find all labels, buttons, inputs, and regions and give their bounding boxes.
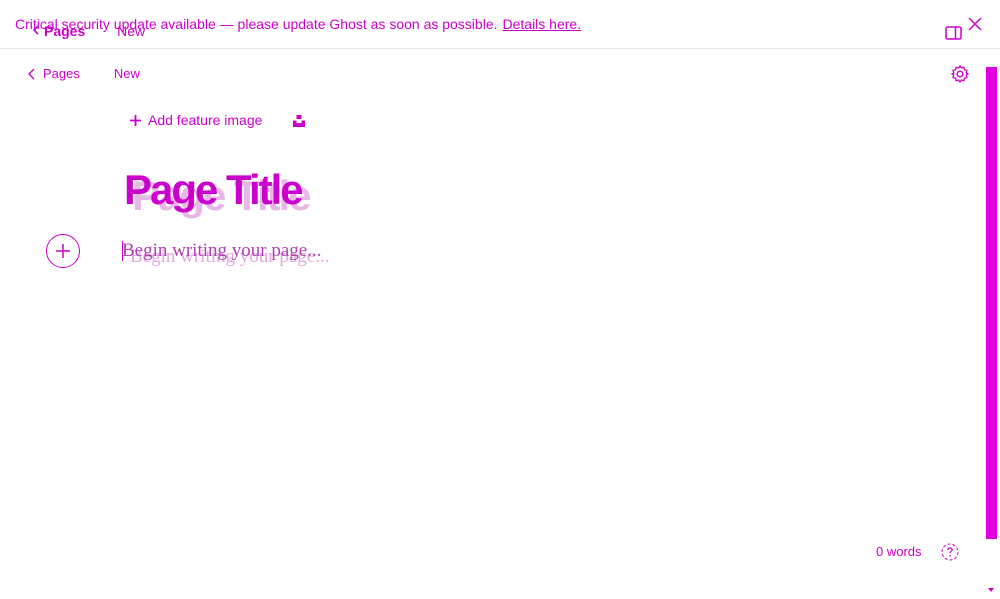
plus-icon	[130, 114, 141, 126]
sidebar-toggle-icon[interactable]	[945, 26, 962, 40]
breadcrumb: Pages New	[26, 66, 140, 81]
unsplash-icon[interactable]	[292, 114, 306, 128]
title-placeholder[interactable]: Page Title	[124, 166, 304, 214]
scroll-down-arrow-icon[interactable]	[986, 586, 996, 594]
back-to-pages-link[interactable]: Pages	[43, 66, 80, 81]
text-caret	[122, 241, 123, 261]
details-link[interactable]: Details here.	[503, 16, 582, 32]
title-field[interactable]: Page Title Page Title	[124, 166, 444, 224]
gear-icon[interactable]	[950, 64, 970, 84]
body-placeholder[interactable]: Begin writing your page...	[122, 240, 321, 262]
body-editor[interactable]: Begin writing your page... Begin writing…	[122, 240, 422, 270]
scrollbar-thumb[interactable]	[986, 67, 997, 539]
add-feature-image-button[interactable]: Add feature image	[129, 112, 262, 128]
add-feature-image-label: Add feature image	[148, 112, 263, 128]
banner-message-row: Critical security update available — ple…	[15, 16, 581, 32]
chevron-left-icon[interactable]	[26, 67, 38, 81]
add-card-button[interactable]	[46, 234, 80, 268]
banner-message: Critical security update available — ple…	[15, 16, 498, 32]
help-icon[interactable]	[941, 543, 959, 561]
close-icon[interactable]	[966, 15, 984, 33]
plus-icon	[56, 244, 70, 258]
scroll-up-arrow-icon[interactable]	[986, 52, 996, 60]
post-status: New	[113, 66, 140, 81]
word-count: 0 words	[876, 544, 922, 559]
security-banner: Pages New Critical security update avail…	[0, 0, 1000, 49]
